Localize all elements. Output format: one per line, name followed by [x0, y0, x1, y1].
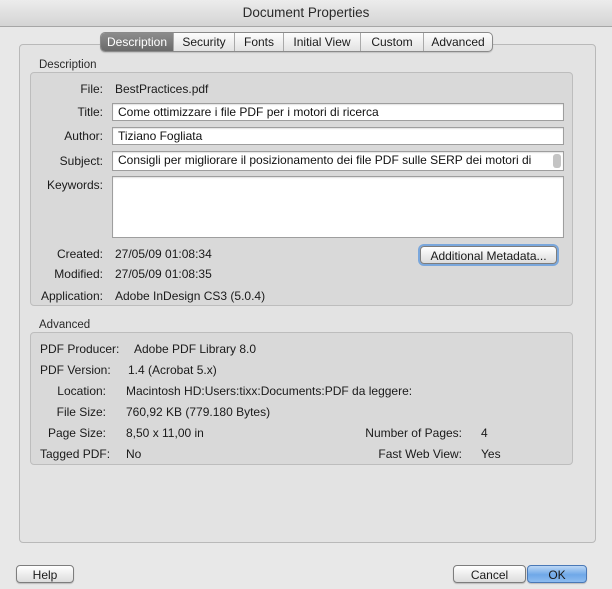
tab-description[interactable]: Description — [101, 33, 174, 51]
tagged-pdf-label: Tagged PDF: — [40, 447, 111, 461]
author-label: Author: — [64, 129, 103, 143]
created-label: Created: — [56, 247, 103, 261]
pdf-version-label: PDF Version: — [40, 363, 111, 377]
subject-scrollbar[interactable] — [553, 154, 561, 168]
ok-button[interactable]: OK — [527, 565, 587, 583]
cancel-button[interactable]: Cancel — [453, 565, 526, 583]
tab-security[interactable]: Security — [174, 33, 235, 51]
pdf-version-value: 1.4 (Acrobat 5.x) — [128, 363, 217, 377]
subject-label: Subject: — [59, 154, 103, 168]
fast-web-view-label: Fast Web View: — [378, 447, 462, 461]
tab-initial-view[interactable]: Initial View — [284, 33, 361, 51]
pdf-producer-label: PDF Producer: — [40, 342, 120, 356]
page-size-label: Page Size: — [47, 426, 106, 440]
file-size-label: File Size: — [56, 405, 106, 419]
modified-label: Modified: — [54, 267, 103, 281]
location-value: Macintosh HD:Users:tixx:Documents:PDF da… — [126, 384, 413, 398]
title-field[interactable]: Come ottimizzare i file PDF per i motori… — [112, 103, 564, 121]
modified-value: 27/05/09 01:08:35 — [115, 267, 212, 281]
author-field[interactable]: Tiziano Fogliata — [112, 127, 564, 145]
application-label: Application: — [40, 289, 103, 303]
keywords-label: Keywords: — [46, 178, 103, 192]
pdf-producer-value: Adobe PDF Library 8.0 — [134, 342, 257, 356]
tab-bar: Description Security Fonts Initial View … — [100, 32, 493, 52]
subject-field[interactable]: Consigli per migliorare il posizionament… — [112, 151, 564, 171]
page-size-value: 8,50 x 11,00 in — [126, 426, 204, 440]
tab-fonts[interactable]: Fonts — [235, 33, 284, 51]
description-section-label: Description — [39, 59, 97, 71]
application-value: Adobe InDesign CS3 (5.0.4) — [115, 289, 266, 303]
help-button[interactable]: Help — [16, 565, 74, 583]
created-value: 27/05/09 01:08:34 — [115, 247, 212, 261]
title-label: Title: — [77, 105, 103, 119]
file-value: BestPractices.pdf — [115, 82, 209, 96]
file-size-value: 760,92 KB (779.180 Bytes) — [126, 405, 271, 419]
keywords-field[interactable] — [112, 176, 564, 238]
additional-metadata-button[interactable]: Additional Metadata... — [420, 246, 557, 264]
number-of-pages-label: Number of Pages: — [365, 426, 462, 440]
tab-custom[interactable]: Custom — [361, 33, 424, 51]
number-of-pages-value: 4 — [481, 426, 488, 440]
location-label: Location: — [57, 384, 106, 398]
fast-web-view-value: Yes — [481, 447, 501, 461]
window-title: Document Properties — [0, 0, 612, 27]
advanced-section-label: Advanced — [39, 319, 91, 331]
file-label: File: — [80, 82, 103, 96]
tagged-pdf-value: No — [126, 447, 142, 461]
tab-advanced[interactable]: Advanced — [424, 33, 492, 51]
